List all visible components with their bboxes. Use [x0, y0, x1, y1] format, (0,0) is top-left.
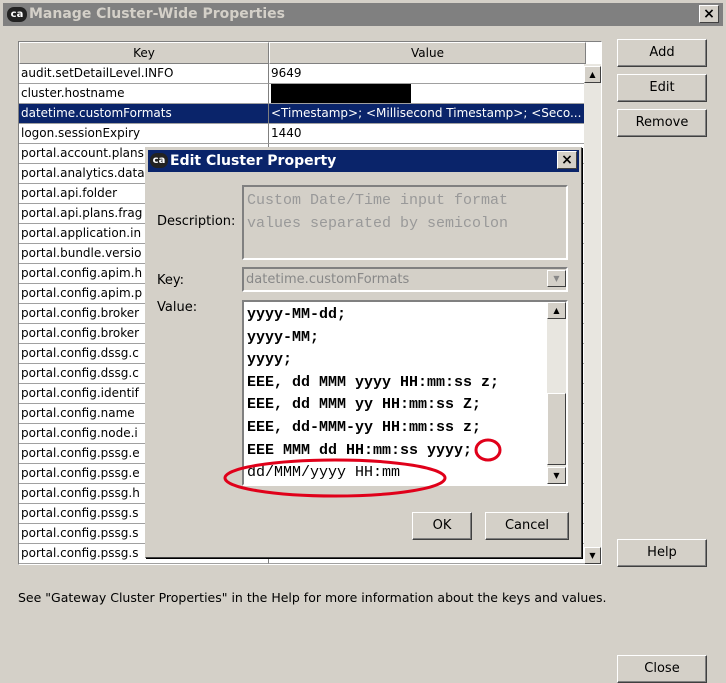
- annotation-ellipse-new-format: [223, 458, 447, 498]
- annotation-circle-semicolon: [474, 438, 502, 462]
- annotation-overlay: [223, 438, 502, 498]
